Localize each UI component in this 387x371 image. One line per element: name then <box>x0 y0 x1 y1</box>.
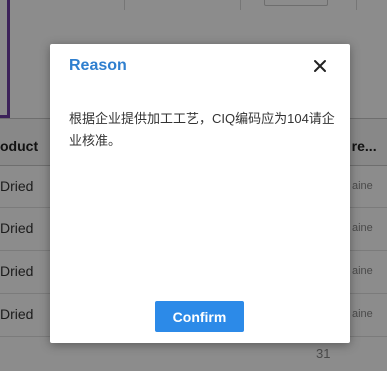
dialog-title: Reason <box>69 57 127 74</box>
screen: oduct s re... Dried aine Dried aine Drie… <box>0 0 387 371</box>
close-icon <box>314 60 326 72</box>
dialog-message: 根据企业提供加工工艺，CIQ编码应为104请企业核准。 <box>69 111 335 148</box>
confirm-button[interactable]: Confirm <box>155 301 244 332</box>
dialog-header: Reason <box>50 44 350 88</box>
close-button[interactable] <box>308 54 332 78</box>
reason-dialog: Reason 根据企业提供加工工艺，CIQ编码应为104请企业核准。 Confi… <box>50 44 350 343</box>
